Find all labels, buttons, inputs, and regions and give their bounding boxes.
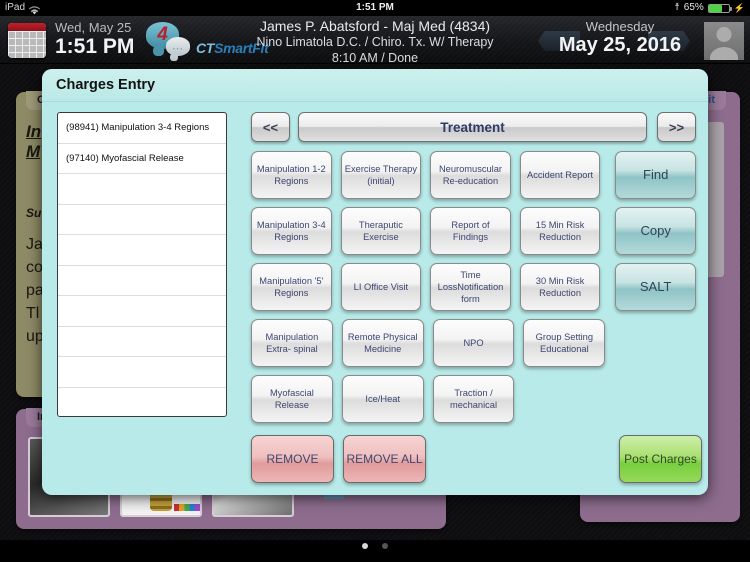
prev-category-button[interactable]: << — [251, 112, 290, 142]
status-bar-right: ☨ 65% ⚡ — [674, 0, 745, 16]
bluetooth-icon: ☨ — [674, 2, 680, 13]
dialog-footer: REMOVE REMOVE ALL Post Charges CANCEL — [251, 435, 702, 483]
charge-button[interactable]: Manipulation Extra- spinal — [251, 319, 333, 367]
remove-button[interactable]: REMOVE — [251, 435, 334, 483]
status-bar-clock: 1:51 PM — [356, 2, 394, 13]
charge-list-row[interactable]: (97140) Myofascial Release — [58, 144, 226, 174]
charge-button[interactable]: Ice/Heat — [341, 375, 424, 423]
calendar-icon[interactable] — [8, 23, 46, 58]
charge-list-row[interactable] — [58, 174, 226, 205]
charge-button[interactable]: NPO — [432, 319, 515, 367]
page-indicator[interactable] — [0, 536, 750, 554]
charge-button[interactable]: Manipulation '5' Regions — [251, 263, 332, 311]
grid-spacer — [614, 319, 696, 367]
ellipsis-icon: ⋯ — [172, 43, 184, 55]
header-day-date: Wed, May 25 — [55, 20, 132, 35]
charge-list-row[interactable] — [58, 327, 226, 357]
ios-status-bar: iPad 1:51 PM ☨ 65% ⚡ — [0, 0, 750, 16]
charge-button[interactable]: LI Office Visit — [340, 263, 422, 311]
charging-icon: ⚡ — [733, 3, 745, 13]
charge-list-row[interactable] — [58, 235, 226, 266]
app-logo: CTSmartFit — [196, 40, 269, 56]
charge-list-row[interactable] — [58, 296, 226, 327]
brand-ct: CT — [196, 40, 215, 56]
charge-button[interactable]: Remote Physical Medicine — [341, 319, 424, 367]
grid-spacer — [523, 375, 605, 423]
charges-entry-dialog: Charges Entry (98941) Manipulation 3-4 R… — [42, 69, 708, 495]
header-weekday: Wednesday — [585, 19, 655, 34]
charge-button-row: Manipulation 3-4 Regions Theraputic Exerc… — [251, 207, 696, 255]
charge-list-row[interactable] — [58, 357, 226, 388]
battery-icon — [707, 3, 732, 13]
selected-charges-list[interactable]: (98941) Manipulation 3-4 Regions (97140) … — [57, 112, 227, 417]
charge-button[interactable]: Theraputic Exercise — [340, 207, 422, 255]
brand-smartfit: SmartFit — [214, 40, 269, 56]
charge-button[interactable]: 15 Min Risk Reduction — [519, 207, 601, 255]
next-category-button[interactable]: >> — [657, 112, 696, 142]
category-label[interactable]: Treatment — [298, 112, 647, 142]
action-button-copy[interactable]: Copy — [615, 207, 696, 255]
page-dot-1[interactable] — [361, 543, 368, 549]
charge-list-row[interactable] — [58, 205, 226, 235]
charge-button[interactable]: Manipulation 3-4 Regions — [251, 207, 332, 255]
charge-button-row: Manipulation '5' Regions LI Office Visit T… — [251, 263, 696, 311]
grid-spacer — [614, 375, 696, 423]
charge-button[interactable]: Report of Findings — [430, 207, 511, 255]
dialog-title: Charges Entry — [42, 69, 708, 102]
charge-button[interactable]: Exercise Therapy (initial) — [340, 151, 422, 199]
post-charges-button[interactable]: Post Charges — [619, 435, 702, 483]
dialog-body: (98941) Manipulation 3-4 Regions (97140) … — [42, 103, 708, 495]
battery-percent-label: 65% — [683, 2, 704, 13]
charge-button[interactable]: Neuromuscular Re-education — [430, 151, 511, 199]
charge-button[interactable]: Group Setting Educational — [523, 319, 606, 367]
remove-all-button[interactable]: REMOVE ALL — [343, 435, 426, 483]
charge-button-row: Manipulation 1-2 Regions Exercise Therapy… — [251, 151, 696, 199]
header-time: 1:51 PM — [55, 35, 135, 58]
messages-badge[interactable]: 4 ⋯ — [146, 22, 194, 61]
charge-button[interactable]: Manipulation 1-2 Regions — [251, 151, 332, 199]
charge-list-row[interactable] — [58, 266, 226, 296]
charge-list-row[interactable]: (98941) Manipulation 3-4 Regions — [58, 113, 226, 144]
header-date-display: Wednesday May 25, 2016 — [540, 19, 700, 57]
header-date-time: Wed, May 25 1:51 PM — [55, 20, 134, 59]
charge-button[interactable]: 30 Min Risk Reduction — [519, 263, 601, 311]
header-full-date: May 25, 2016 — [558, 34, 682, 56]
charge-button[interactable]: Myofascial Release — [251, 375, 333, 423]
charge-button[interactable]: Traction / mechanical — [432, 375, 515, 423]
charge-list-row[interactable] — [58, 388, 226, 417]
action-button-salt[interactable]: SALT — [615, 263, 696, 311]
charge-picker-pane: << Treatment >> Manipulation 1-2 Regions… — [240, 103, 702, 495]
charge-button-grid: Manipulation 1-2 Regions Exercise Therapy… — [251, 151, 696, 431]
charge-button[interactable]: Accident Report — [519, 151, 601, 199]
speech-bubble-secondary-icon: ⋯ — [166, 37, 190, 61]
charge-button-row: Myofascial Release Ice/Heat Traction / mec… — [251, 375, 696, 423]
charge-button-row: Manipulation Extra- spinal Remote Physica… — [251, 319, 696, 367]
page-dot-2[interactable] — [382, 543, 389, 549]
user-avatar-icon[interactable] — [704, 22, 744, 60]
charge-button[interactable]: Time LossNotification form — [430, 263, 511, 311]
app-header: Wed, May 25 1:51 PM 4 ⋯ CTSmartFit James… — [0, 16, 750, 65]
action-button-find[interactable]: Find — [615, 151, 696, 199]
